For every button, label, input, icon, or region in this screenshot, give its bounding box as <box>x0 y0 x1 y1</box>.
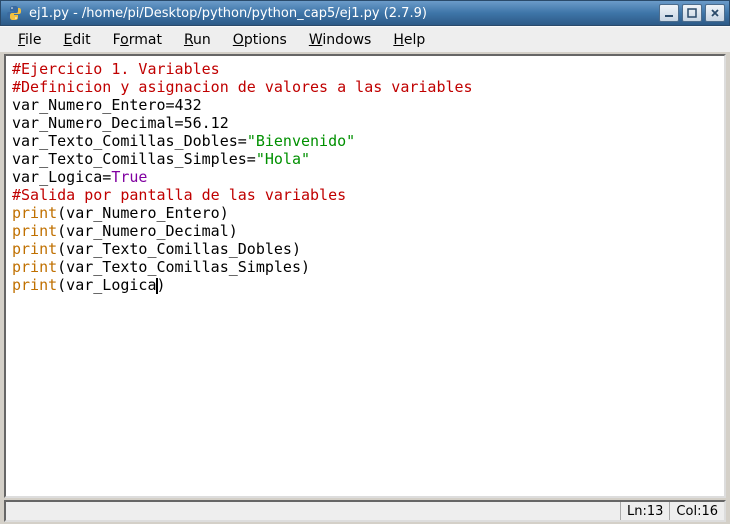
menu-options[interactable]: Options <box>225 30 295 50</box>
code-keyword: print <box>12 240 57 258</box>
code-keyword: print <box>12 204 57 222</box>
menubar: File Edit Format Run Options Windows Hel… <box>0 26 730 52</box>
window-controls <box>659 4 725 22</box>
code-line: var_Texto_Comillas_Simples= <box>12 150 256 168</box>
menu-help[interactable]: Help <box>385 30 433 50</box>
code-line: (var_Logica <box>57 276 156 294</box>
maximize-button[interactable] <box>682 4 702 22</box>
code-line: (var_Texto_Comillas_Dobles) <box>57 240 301 258</box>
menu-file[interactable]: File <box>10 30 49 50</box>
code-string: "Bienvenido" <box>247 132 355 150</box>
code-editor[interactable]: #Ejercicio 1. Variables #Definicion y as… <box>6 56 724 298</box>
code-line: ) <box>157 276 166 294</box>
status-line: Ln: 13 <box>620 502 669 520</box>
code-line: var_Numero_Decimal=56.12 <box>12 114 229 132</box>
code-keyword: print <box>12 222 57 240</box>
editor-frame: #Ejercicio 1. Variables #Definicion y as… <box>4 54 726 498</box>
menu-format[interactable]: Format <box>105 30 170 50</box>
statusbar: Ln: 13 Col: 16 <box>4 500 726 522</box>
code-line: (var_Texto_Comillas_Simples) <box>57 258 310 276</box>
code-keyword: print <box>12 276 57 294</box>
code-line: #Ejercicio 1. Variables <box>12 60 220 78</box>
menu-windows[interactable]: Windows <box>301 30 380 50</box>
code-line: var_Texto_Comillas_Dobles= <box>12 132 247 150</box>
code-keyword: print <box>12 258 57 276</box>
code-line: #Definicion y asignacion de valores a la… <box>12 78 473 96</box>
close-button[interactable] <box>705 4 725 22</box>
code-bool: True <box>111 168 147 186</box>
code-string: "Hola" <box>256 150 310 168</box>
code-line: (var_Numero_Decimal) <box>57 222 238 240</box>
code-line: var_Numero_Entero=432 <box>12 96 202 114</box>
code-line: var_Logica= <box>12 168 111 186</box>
window-title: ej1.py - /home/pi/Desktop/python/python_… <box>29 6 659 21</box>
status-column: Col: 16 <box>669 502 724 520</box>
menu-edit[interactable]: Edit <box>55 30 98 50</box>
minimize-button[interactable] <box>659 4 679 22</box>
code-line: (var_Numero_Entero) <box>57 204 229 222</box>
window-titlebar: ej1.py - /home/pi/Desktop/python/python_… <box>0 0 730 26</box>
code-line: #Salida por pantalla de las variables <box>12 186 346 204</box>
menu-run[interactable]: Run <box>176 30 219 50</box>
python-icon <box>5 4 23 22</box>
status-empty <box>6 502 620 520</box>
